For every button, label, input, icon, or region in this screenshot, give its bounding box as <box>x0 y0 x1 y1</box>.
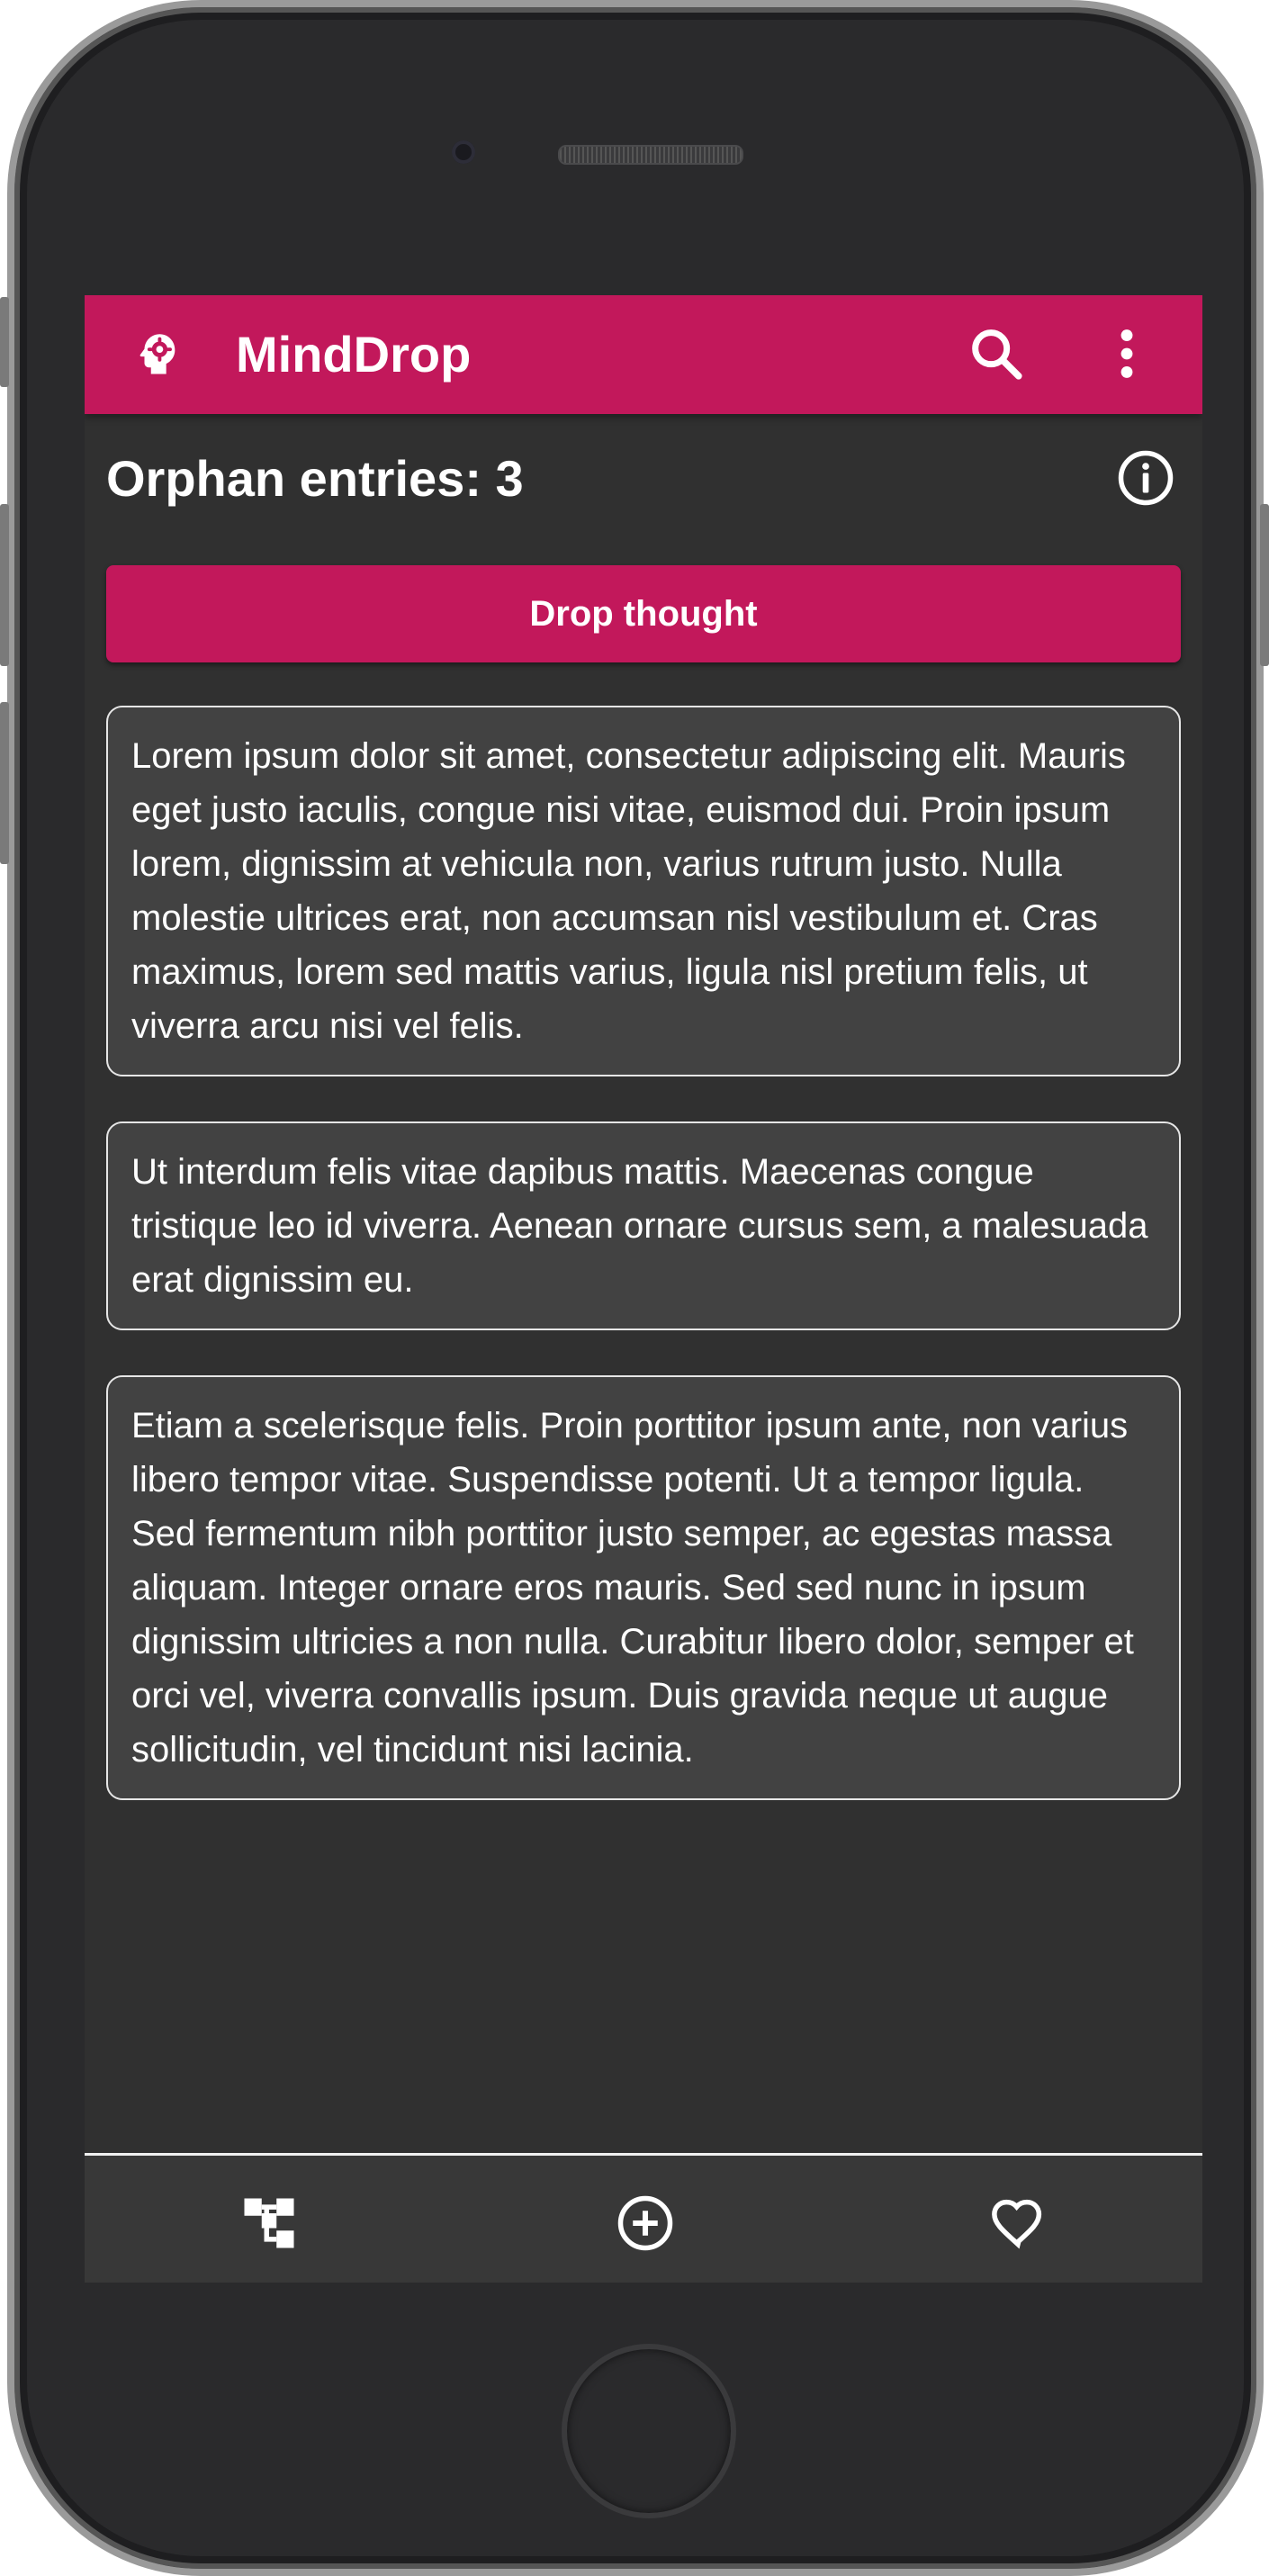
entry-card[interactable]: Lorem ipsum dolor sit amet, consectetur … <box>106 706 1181 1076</box>
head-gear-icon <box>140 334 176 374</box>
phone-frame: MindDrop Orphan entries: 3 Drop thought … <box>7 0 1264 2576</box>
app-title: MindDrop <box>236 326 472 383</box>
volume-down-button <box>0 702 9 864</box>
power-button <box>1260 504 1269 666</box>
front-camera <box>452 140 475 164</box>
info-icon[interactable] <box>1116 448 1175 508</box>
entry-card[interactable]: Etiam a scelerisque felis. Proin porttit… <box>106 1375 1181 1800</box>
tree-structure-icon[interactable] <box>239 2193 299 2253</box>
app-bar: MindDrop <box>85 295 1202 414</box>
volume-up-button <box>0 504 9 666</box>
bottom-navigation <box>85 2153 1202 2283</box>
search-icon[interactable] <box>965 322 1028 385</box>
earpiece-speaker <box>558 145 743 165</box>
orphan-entries-count: Orphan entries: 3 <box>106 450 524 507</box>
entry-card[interactable]: Ut interdum felis vitae dapibus mattis. … <box>106 1121 1181 1330</box>
app-screen: MindDrop Orphan entries: 3 Drop thought … <box>85 295 1202 2283</box>
side-button <box>0 297 9 387</box>
heart-icon[interactable] <box>988 2193 1048 2253</box>
add-circle-icon[interactable] <box>616 2193 675 2253</box>
drop-thought-button[interactable]: Drop thought <box>106 565 1181 662</box>
more-vert-icon[interactable] <box>1109 322 1145 385</box>
home-button[interactable] <box>562 2344 736 2518</box>
